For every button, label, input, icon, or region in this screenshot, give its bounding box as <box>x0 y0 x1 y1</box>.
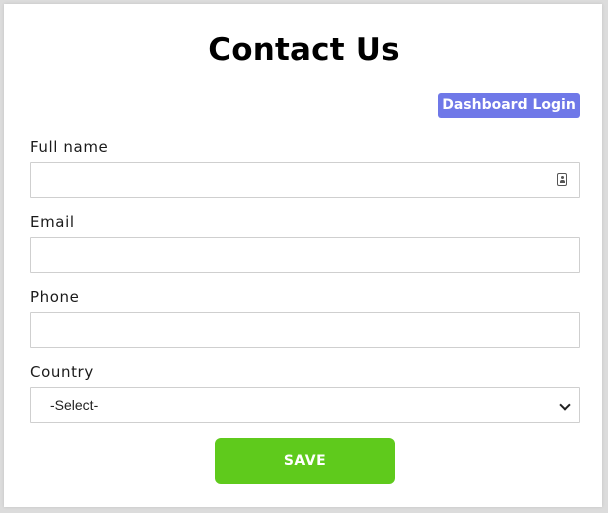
country-selected-value: -Select- <box>50 397 99 413</box>
email-field[interactable] <box>30 237 580 273</box>
email-input[interactable] <box>31 238 579 272</box>
full-name-input[interactable] <box>31 163 579 197</box>
contact-form-card: Contact Us Dashboard Login Full name Ema… <box>4 4 602 507</box>
email-label: Email <box>30 213 75 231</box>
chevron-down-icon[interactable] <box>559 399 571 411</box>
country-label: Country <box>30 363 94 381</box>
save-button[interactable]: SAVE <box>215 438 395 484</box>
page-title: Contact Us <box>208 32 400 68</box>
phone-input[interactable] <box>31 313 579 347</box>
contact-card-icon[interactable] <box>557 173 567 186</box>
country-select[interactable]: -Select- <box>30 387 580 423</box>
full-name-label: Full name <box>30 138 109 156</box>
phone-field[interactable] <box>30 312 580 348</box>
full-name-field[interactable] <box>30 162 580 198</box>
dashboard-login-button[interactable]: Dashboard Login <box>438 93 580 118</box>
phone-label: Phone <box>30 288 80 306</box>
